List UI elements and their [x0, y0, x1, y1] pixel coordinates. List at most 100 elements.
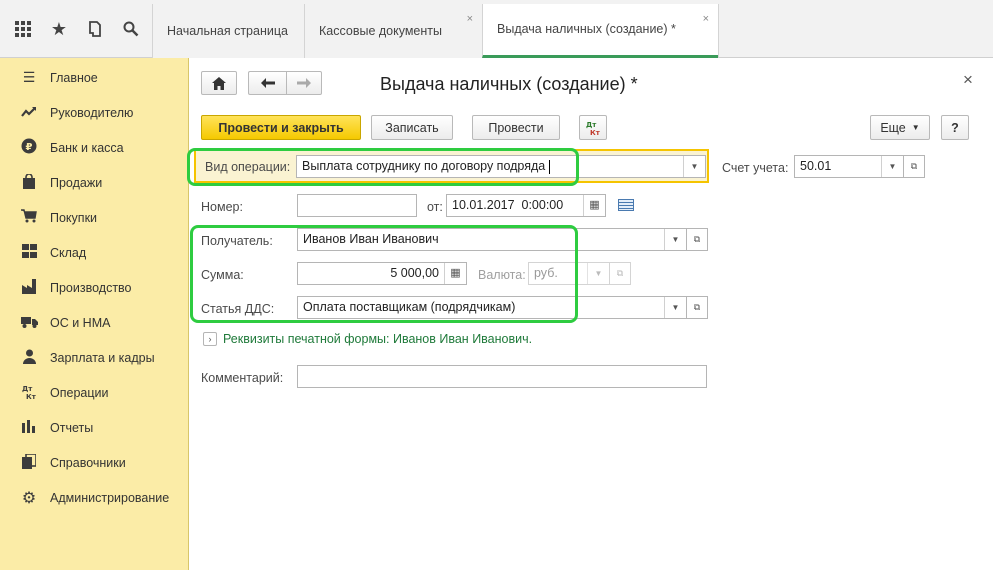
- close-icon[interactable]: ×: [703, 4, 709, 34]
- close-form-icon[interactable]: ×: [963, 70, 973, 90]
- people-icon: [18, 349, 40, 367]
- menu-icon: ☰: [22, 69, 36, 85]
- currency-value: руб.: [534, 266, 558, 280]
- forward-button[interactable]: [286, 71, 322, 95]
- currency-label: Валюта:: [478, 268, 526, 282]
- tab-label: Выдача наличных (создание) *: [497, 22, 676, 36]
- top-bar: ★ Начальная страница Кассовые документы …: [0, 0, 993, 58]
- bag-icon: [18, 172, 40, 192]
- currency-select: руб. ▼: [528, 262, 610, 285]
- save-button[interactable]: Записать: [371, 115, 453, 140]
- tab-label: Кассовые документы: [319, 24, 442, 38]
- post-button[interactable]: Провести: [472, 115, 560, 140]
- form-title: Выдача наличных (создание) *: [380, 74, 638, 94]
- dropdown-arrow-icon: ▼: [587, 263, 609, 284]
- close-icon[interactable]: ×: [467, 4, 473, 34]
- sidebar-item-label: Продажи: [50, 175, 103, 190]
- post-and-close-button[interactable]: Провести и закрыть: [201, 115, 361, 140]
- sum-input[interactable]: 5 000,00 ▦: [297, 262, 467, 285]
- account-select[interactable]: 50.01 ▼: [794, 155, 904, 178]
- sidebar-item-label: Банк и касса: [50, 140, 124, 155]
- star-icon[interactable]: ★: [40, 0, 78, 58]
- sidebar-item-reports[interactable]: Отчеты: [0, 410, 189, 445]
- account-value: 50.01: [800, 159, 832, 173]
- sidebar-item-fixed-assets[interactable]: ОС и НМА: [0, 305, 189, 340]
- chevron-down-icon: ▼: [911, 123, 920, 132]
- sidebar-item-references[interactable]: Справочники: [0, 445, 189, 480]
- number-input[interactable]: [297, 194, 417, 217]
- recipient-select[interactable]: Иванов Иван Иванович ▼: [297, 228, 687, 251]
- tab-cash-issue-create[interactable]: Выдача наличных (создание) * ×: [482, 4, 718, 58]
- tab-cash-documents[interactable]: Кассовые документы ×: [304, 4, 482, 58]
- open-account-button[interactable]: ⧉: [903, 155, 925, 178]
- warehouse-icon: [18, 244, 40, 261]
- history-icon[interactable]: [76, 0, 114, 58]
- help-button[interactable]: ?: [941, 115, 969, 140]
- operation-label: Вид операции:: [205, 160, 291, 174]
- sidebar-item-admin[interactable]: ⚙ Администрирование: [0, 480, 189, 515]
- home-button[interactable]: [201, 71, 237, 95]
- ruble-icon: ₽: [18, 138, 40, 157]
- svg-text:Дт: Дт: [586, 121, 597, 129]
- sidebar-item-production[interactable]: Производство: [0, 270, 189, 305]
- sidebar-item-purchases[interactable]: Покупки: [0, 200, 189, 235]
- sidebar-item-label: Производство: [50, 280, 132, 295]
- more-button[interactable]: Еще ▼: [870, 115, 930, 140]
- arrow-right-icon: [297, 78, 311, 88]
- dt-kt-report-button[interactable]: Дт Кт: [579, 115, 607, 140]
- sidebar-item-main[interactable]: ☰ Главное: [0, 60, 189, 95]
- sidebar-item-label: Администрирование: [50, 490, 170, 505]
- bar-chart-icon: [18, 419, 40, 436]
- dropdown-arrow-icon[interactable]: ▼: [683, 156, 705, 177]
- search-icon[interactable]: [112, 0, 150, 58]
- dds-label: Статья ДДС:: [201, 302, 275, 316]
- sidebar-item-bank[interactable]: ₽ Банк и касса: [0, 130, 189, 165]
- dropdown-arrow-icon[interactable]: ▼: [664, 229, 686, 250]
- dropdown-arrow-icon[interactable]: ▼: [881, 156, 903, 177]
- more-label: Еще: [880, 120, 906, 135]
- calculator-icon[interactable]: ▦: [444, 263, 466, 284]
- comment-label: Комментарий:: [201, 371, 284, 385]
- sum-label: Сумма:: [201, 268, 244, 282]
- operation-type-select[interactable]: Выплата сотруднику по договору подряда ▼: [296, 155, 706, 178]
- sidebar-item-warehouse[interactable]: Склад: [0, 235, 189, 270]
- form-area: Выдача наличных (создание) * × Провести …: [187, 58, 993, 570]
- date-input[interactable]: 10.01.2017 0:00:00 ▦: [446, 194, 606, 217]
- svg-text:₽: ₽: [26, 142, 33, 153]
- comment-input[interactable]: [297, 365, 707, 388]
- sidebar-item-manager[interactable]: Руководителю: [0, 95, 189, 130]
- sidebar-item-operations[interactable]: Дт Кт Операции: [0, 375, 189, 410]
- svg-text:Кт: Кт: [26, 393, 37, 400]
- home-icon: [212, 76, 226, 90]
- calendar-icon[interactable]: ▦: [583, 195, 605, 216]
- sidebar-item-label: Зарплата и кадры: [50, 350, 155, 365]
- dropdown-arrow-icon[interactable]: ▼: [664, 297, 686, 318]
- apps-grid-icon[interactable]: [4, 0, 42, 58]
- open-dds-button[interactable]: ⧉: [686, 296, 708, 319]
- document-list-icon[interactable]: [618, 199, 634, 211]
- back-button[interactable]: [248, 71, 286, 95]
- sidebar-item-salary[interactable]: Зарплата и кадры: [0, 340, 189, 375]
- svg-text:Кт: Кт: [590, 129, 601, 136]
- truck-icon: [18, 315, 40, 331]
- operation-value: Выплата сотруднику по договору подряда: [302, 159, 546, 173]
- tab-divider: [718, 4, 719, 58]
- sidebar-item-label: Покупки: [50, 210, 98, 225]
- sidebar-item-label: Главное: [50, 70, 98, 85]
- factory-icon: [18, 278, 40, 297]
- number-label: Номер:: [201, 200, 243, 214]
- open-recipient-button[interactable]: ⧉: [686, 228, 708, 251]
- sidebar-item-label: ОС и НМА: [50, 315, 111, 330]
- print-details-link[interactable]: Реквизиты печатной формы: Иванов Иван Ив…: [223, 332, 532, 346]
- expand-print-details-button[interactable]: ›: [203, 332, 217, 346]
- date-from-label: от:: [427, 200, 443, 214]
- dds-value: Оплата поставщикам (подрядчикам): [303, 300, 516, 314]
- tab-home[interactable]: Начальная страница: [152, 4, 304, 58]
- sidebar-item-sales[interactable]: Продажи: [0, 165, 189, 200]
- sidebar-item-label: Справочники: [50, 455, 126, 470]
- sidebar-item-label: Отчеты: [50, 420, 94, 435]
- dds-select[interactable]: Оплата поставщикам (подрядчикам) ▼: [297, 296, 687, 319]
- sidebar: ☰ Главное Руководителю ₽ Банк и касса Пр…: [0, 58, 189, 570]
- sum-value: 5 000,00: [390, 266, 439, 280]
- recipient-value: Иванов Иван Иванович: [303, 232, 439, 246]
